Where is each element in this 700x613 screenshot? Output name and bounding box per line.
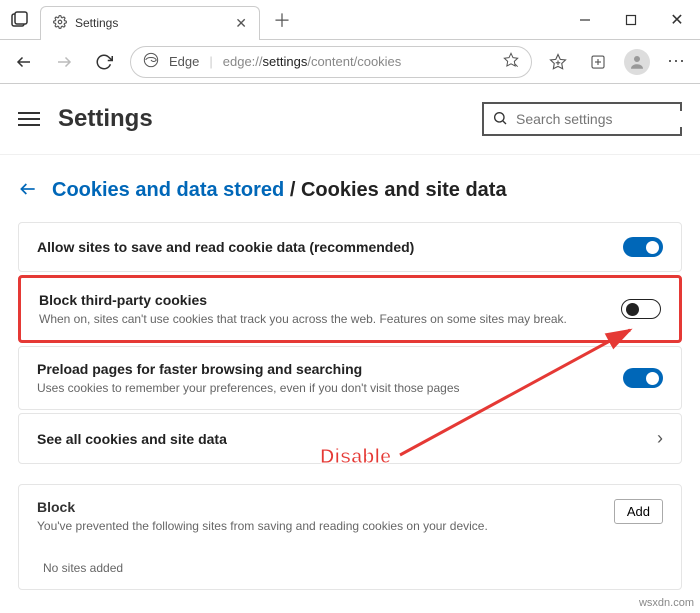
settings-search-box[interactable] <box>482 102 682 136</box>
row-preload-pages: Preload pages for faster browsing and se… <box>18 346 682 410</box>
breadcrumb-parent-link[interactable]: Cookies and data stored <box>52 179 284 201</box>
settings-header: Settings <box>0 84 700 155</box>
window-titlebar: Settings ✕ ＋ ✕ <box>0 0 700 40</box>
minimize-button[interactable] <box>562 0 608 40</box>
search-input[interactable] <box>516 111 697 127</box>
url-text: edge://settings/content/cookies <box>223 54 402 69</box>
back-button[interactable] <box>10 48 38 76</box>
close-window-button[interactable]: ✕ <box>654 0 700 40</box>
row-title: Allow sites to save and read cookie data… <box>37 239 611 255</box>
favorites-icon[interactable] <box>544 48 572 76</box>
profile-avatar[interactable] <box>624 49 650 75</box>
block-section: Block You've prevented the following sit… <box>18 484 682 590</box>
address-separator: | <box>209 54 212 69</box>
annotation-label: Disable <box>320 446 391 469</box>
browser-tab[interactable]: Settings ✕ <box>40 6 260 40</box>
add-site-button[interactable]: Add <box>614 499 663 524</box>
toggle-preload-pages[interactable] <box>623 368 663 388</box>
site-identity-label: Edge <box>169 54 199 69</box>
close-tab-icon[interactable]: ✕ <box>235 15 247 32</box>
search-icon <box>492 110 508 129</box>
settings-content: Cookies and data stored / Cookies and si… <box>0 155 700 590</box>
row-title: Block third-party cookies <box>39 292 609 308</box>
edge-logo-icon <box>143 52 159 71</box>
maximize-button[interactable] <box>608 0 654 40</box>
tab-actions-icon[interactable] <box>0 0 40 40</box>
breadcrumb-row: Cookies and data stored / Cookies and si… <box>18 179 682 202</box>
row-title: See all cookies and site data <box>37 431 645 447</box>
more-menu-icon[interactable]: ⋯ <box>662 48 690 76</box>
row-title: Preload pages for faster browsing and se… <box>37 361 611 377</box>
toggle-allow-cookies[interactable] <box>623 237 663 257</box>
favorite-star-icon[interactable] <box>503 52 519 71</box>
window-controls: ✕ <box>562 0 700 40</box>
block-empty-state: No sites added <box>19 547 681 589</box>
refresh-button[interactable] <box>90 48 118 76</box>
row-allow-cookies: Allow sites to save and read cookie data… <box>18 222 682 272</box>
row-block-third-party: Block third-party cookies When on, sites… <box>18 275 682 343</box>
tab-title: Settings <box>75 16 227 30</box>
gear-icon <box>53 15 67 32</box>
settings-rows: Allow sites to save and read cookie data… <box>18 222 682 464</box>
breadcrumb-separator: / <box>290 179 296 201</box>
address-bar[interactable]: Edge | edge://settings/content/cookies <box>130 46 532 78</box>
page-title: Settings <box>58 105 153 133</box>
new-tab-button[interactable]: ＋ <box>266 4 298 36</box>
row-description: When on, sites can't use cookies that tr… <box>39 312 609 326</box>
watermark: wsxdn.com <box>639 597 694 609</box>
breadcrumb-current: Cookies and site data <box>301 179 507 201</box>
menu-icon[interactable] <box>18 112 40 126</box>
forward-button[interactable] <box>50 48 78 76</box>
breadcrumb-back-icon[interactable] <box>18 179 38 202</box>
block-description: You've prevented the following sites fro… <box>37 519 602 533</box>
chevron-right-icon: › <box>657 428 663 449</box>
row-description: Uses cookies to remember your preference… <box>37 381 611 395</box>
block-title: Block <box>37 499 602 515</box>
breadcrumb: Cookies and data stored / Cookies and si… <box>52 179 507 202</box>
toggle-block-third-party[interactable] <box>621 299 661 319</box>
collections-icon[interactable] <box>584 48 612 76</box>
browser-toolbar: Edge | edge://settings/content/cookies ⋯ <box>0 40 700 84</box>
